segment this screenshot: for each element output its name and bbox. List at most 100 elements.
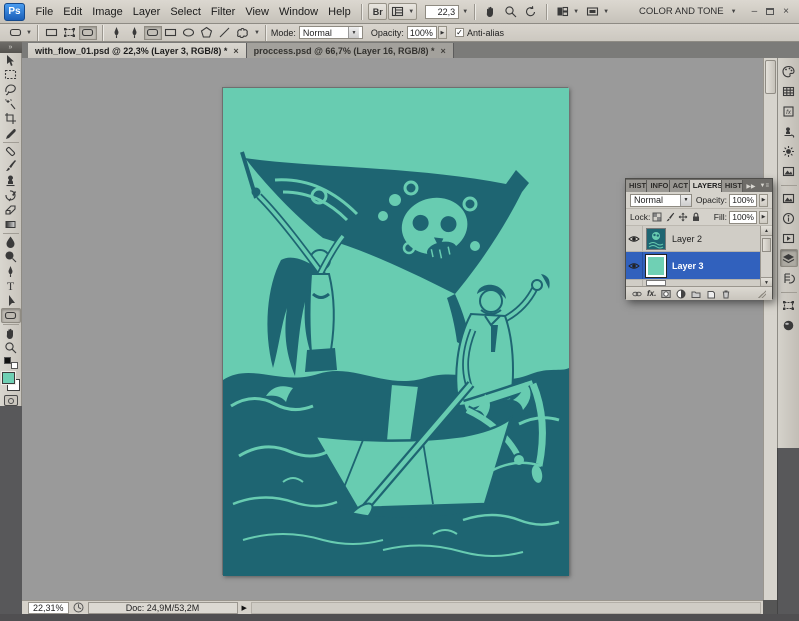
new-group-icon[interactable] [691, 289, 701, 299]
vertical-scrollbar[interactable] [763, 58, 777, 600]
healing-brush-tool[interactable] [1, 144, 21, 159]
brush-tool[interactable] [1, 158, 21, 173]
adjustment-layer-icon[interactable] [676, 289, 686, 299]
ellipse-button[interactable] [180, 26, 198, 40]
layer-row-selected[interactable]: Layer 3 [626, 252, 772, 280]
move-tool[interactable] [1, 53, 21, 68]
actions-panel-button[interactable] [780, 229, 798, 247]
document-canvas[interactable] [222, 87, 568, 575]
lasso-tool[interactable] [1, 82, 21, 97]
transform-panel-button[interactable] [780, 296, 798, 314]
path-selection-tool[interactable] [1, 293, 21, 308]
antialias-checkbox[interactable]: ✓ [455, 28, 464, 37]
layer-list-scrollbar[interactable]: ▲ ▼ [760, 226, 772, 287]
paths-button[interactable] [61, 26, 79, 40]
launch-bridge-button[interactable]: Br [368, 3, 387, 20]
collapse-panel-icon[interactable]: ▶▶ [746, 183, 755, 190]
marquee-tool[interactable] [1, 68, 21, 83]
panel-menu-icon[interactable]: ▼≡ [760, 183, 769, 189]
tab-histogram[interactable]: HIST [626, 180, 647, 192]
menu-window[interactable]: Window [275, 1, 323, 23]
screen-mode-button[interactable]: ▼ [583, 3, 612, 20]
visibility-toggle[interactable] [626, 252, 643, 279]
chevron-down-icon[interactable]: ▼ [254, 30, 260, 36]
hand-tool[interactable] [1, 326, 21, 341]
layer-thumbnail[interactable] [646, 255, 666, 277]
menu-file[interactable]: File [31, 1, 58, 23]
canvas-area[interactable] [22, 58, 763, 600]
status-options-arrow[interactable]: ▶ [242, 604, 247, 612]
zoom-percentage-field[interactable]: 22,31% [28, 602, 69, 614]
lock-transparency-icon[interactable] [652, 212, 662, 222]
workspace-switcher[interactable]: COLOR AND TONE ▼ [639, 6, 737, 17]
arrange-documents-button[interactable]: ▼ [553, 3, 582, 20]
chevron-down-icon[interactable]: ▼ [26, 30, 32, 36]
toolbox-collapse-button[interactable]: » [0, 42, 22, 53]
close-button[interactable]: × [783, 7, 789, 17]
layer-blend-mode-select[interactable]: Normal ▼ [630, 194, 692, 207]
eraser-tool[interactable] [1, 202, 21, 217]
link-layers-icon[interactable] [632, 289, 642, 299]
add-layer-mask-icon[interactable] [661, 289, 671, 299]
history-brush-tool[interactable] [1, 188, 21, 203]
clone-source-panel-button[interactable] [780, 122, 798, 140]
layers-panel-button[interactable] [780, 249, 798, 267]
type-tool[interactable] [1, 279, 21, 294]
blend-mode-select[interactable]: Normal ▼ [299, 26, 363, 39]
freeform-pen-button[interactable] [126, 26, 144, 40]
menu-layer[interactable]: Layer [128, 1, 165, 23]
document-tab-active[interactable]: with_flow_01.psd @ 22,3% (Layer 3, RGB/8… [28, 43, 247, 58]
layer-name[interactable]: Layer 2 [672, 234, 702, 244]
blur-tool[interactable] [1, 235, 21, 250]
lock-all-icon[interactable] [691, 212, 701, 222]
visibility-toggle[interactable] [626, 280, 643, 286]
scroll-up-icon[interactable]: ▲ [761, 226, 772, 236]
layer-row[interactable]: Layer 2 [626, 226, 772, 252]
history-panel-button[interactable] [780, 269, 798, 287]
new-layer-icon[interactable] [706, 289, 716, 299]
crop-tool[interactable] [1, 112, 21, 127]
zoom-level-field[interactable]: 22,3 [425, 5, 459, 19]
scroll-down-icon[interactable]: ▼ [761, 277, 772, 287]
line-button[interactable] [216, 26, 234, 40]
info-panel-button[interactable] [780, 209, 798, 227]
opacity-slider-button[interactable]: ▶ [438, 26, 447, 39]
horizontal-scrollbar[interactable] [251, 602, 761, 614]
zoom-tool[interactable] [1, 340, 21, 355]
restore-button[interactable] [766, 8, 774, 15]
panel-resize-grip[interactable] [758, 290, 766, 298]
kuler-panel-button[interactable] [780, 316, 798, 334]
tab-info[interactable]: INFO [647, 180, 669, 192]
shape-layers-button[interactable] [43, 26, 61, 40]
opacity-field[interactable]: 100% [407, 26, 437, 39]
gradient-tool[interactable] [1, 217, 21, 232]
tab-history[interactable]: HIST [722, 180, 743, 192]
menu-filter[interactable]: Filter [206, 1, 239, 23]
layer-style-icon[interactable]: fx. [647, 289, 656, 298]
pen-tool-button[interactable] [108, 26, 126, 40]
color-panel-button[interactable] [780, 62, 798, 80]
custom-shape-button[interactable] [234, 26, 252, 40]
lock-position-icon[interactable] [678, 212, 688, 222]
layer-name[interactable]: Layer 3 [672, 261, 704, 271]
rotate-view-button[interactable] [521, 3, 540, 20]
chevron-down-icon[interactable]: ▼ [462, 9, 468, 15]
default-colors-control[interactable] [4, 357, 18, 369]
rounded-rectangle-button[interactable] [144, 26, 162, 40]
layer-row-partial[interactable] [626, 280, 772, 287]
menu-select[interactable]: Select [166, 1, 206, 23]
layer-opacity-field[interactable]: 100% [729, 194, 757, 207]
tab-layers[interactable]: LAYERS [690, 180, 722, 192]
pen-tool[interactable] [1, 264, 21, 279]
menu-image[interactable]: Image [88, 1, 128, 23]
delete-layer-icon[interactable] [721, 289, 731, 299]
masks-panel-button[interactable] [780, 162, 798, 180]
view-extras-button[interactable]: ▼ [388, 3, 417, 20]
tool-preset-picker[interactable] [6, 26, 24, 40]
hand-tool-button[interactable] [481, 3, 500, 20]
polygon-button[interactable] [198, 26, 216, 40]
tab-actions[interactable]: ACT [670, 180, 690, 192]
adjustments-panel-button[interactable] [780, 142, 798, 160]
fill-pixels-button[interactable] [79, 26, 97, 40]
menu-edit[interactable]: Edit [59, 1, 87, 23]
